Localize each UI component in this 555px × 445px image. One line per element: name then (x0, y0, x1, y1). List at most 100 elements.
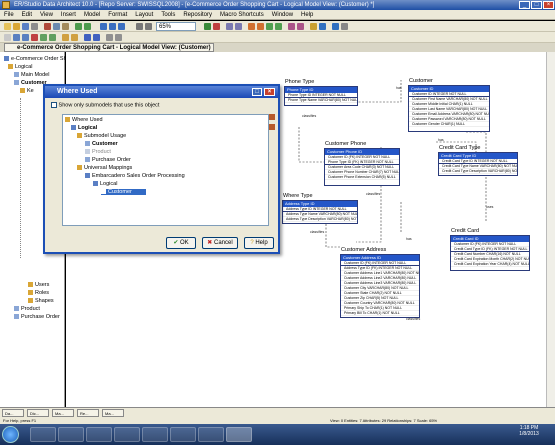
filter-icon[interactable] (49, 34, 56, 41)
compare-icon[interactable] (319, 23, 326, 30)
cut-icon[interactable] (44, 23, 51, 30)
taskbar-media-icon[interactable] (86, 427, 112, 442)
report-icon[interactable] (341, 23, 348, 30)
taskbar-document-icon[interactable] (198, 427, 224, 442)
snap-icon[interactable] (115, 34, 122, 41)
taskbar-ie-icon[interactable] (30, 427, 56, 442)
menu-file[interactable]: File (0, 10, 18, 20)
menu-macro-shortcuts[interactable]: Macro Shortcuts (216, 10, 268, 20)
dialog-maximize-button[interactable]: □ (252, 88, 262, 96)
copy-icon[interactable] (53, 23, 60, 30)
tree-item-users[interactable]: Users (28, 282, 49, 288)
tab-data-model[interactable]: Da... (2, 409, 24, 417)
menu-insert[interactable]: Insert (57, 10, 80, 20)
checkin-icon[interactable] (109, 23, 116, 30)
ok-button[interactable]: ✔ OK (166, 237, 196, 249)
where-used-tree[interactable]: Where Used Logical Submodel Usage Custom… (62, 114, 269, 226)
entity-customer-phone[interactable]: Customer Phone Customer Phone ID Custome… (324, 141, 400, 186)
edit-icon[interactable] (269, 114, 275, 120)
edit-icon[interactable] (269, 124, 275, 130)
menu-format[interactable]: Format (104, 10, 131, 20)
taskbar-office-icon[interactable] (142, 427, 168, 442)
hand-icon[interactable] (13, 34, 20, 41)
distribute-icon[interactable] (235, 23, 242, 30)
open-icon[interactable] (13, 23, 20, 30)
menu-edit[interactable]: Edit (18, 10, 36, 20)
minimize-button[interactable]: _ (519, 1, 530, 9)
tree-item-logical[interactable]: Logical (8, 64, 32, 70)
new-icon[interactable] (4, 23, 11, 30)
taskbar-tools-icon[interactable] (114, 427, 140, 442)
delete-icon[interactable] (31, 34, 38, 41)
taskbar-erstudio-icon[interactable] (226, 427, 252, 442)
grid-icon[interactable] (106, 34, 113, 41)
tab-data-lineage[interactable]: Ma... (102, 409, 124, 417)
menu-layout[interactable]: Layout (131, 10, 157, 20)
entity-credit-card-type[interactable]: Credit Card Type Credit Card Type ID Cre… (438, 145, 518, 176)
entity-where-type[interactable]: Where Type Address Type ID Address Type … (282, 193, 358, 224)
find-icon[interactable] (40, 34, 47, 41)
select-icon[interactable] (22, 34, 29, 41)
close-button[interactable]: × (543, 1, 554, 9)
paste-icon[interactable] (62, 23, 69, 30)
system-clock[interactable]: 1:18 PM 1/8/2013 (505, 425, 553, 443)
tab-logical-model-view[interactable]: e-Commerce Order Shopping Cart - Logical… (4, 43, 214, 59)
start-button[interactable] (2, 426, 19, 443)
dlg-tree-customer[interactable]: Customer (85, 141, 118, 147)
align-icon[interactable] (226, 23, 233, 30)
note-icon[interactable] (288, 23, 295, 30)
dialog-close-button[interactable]: × (264, 88, 275, 96)
submodel-icon[interactable] (310, 23, 317, 30)
tab-data-dictionary[interactable]: Dic... (27, 409, 49, 417)
entity-customer[interactable]: Customer Customer ID Customer ID INTEGER… (408, 78, 490, 132)
entity-tool-icon[interactable] (248, 23, 255, 30)
redo-icon[interactable] (84, 23, 91, 30)
relationship-icon[interactable] (266, 23, 273, 30)
zoom-in-icon[interactable] (136, 23, 143, 30)
layout-icon[interactable] (204, 23, 211, 30)
pointer-icon[interactable] (4, 34, 11, 41)
save-icon[interactable] (22, 23, 29, 30)
stop-icon[interactable] (213, 23, 220, 30)
tree-item-shapes[interactable]: Shapes (28, 298, 54, 304)
dlg-tree-embarcadero[interactable]: Embarcadero Sales Order Processing (85, 173, 185, 179)
dlg-tree-product[interactable]: Product (85, 149, 111, 155)
dlg-tree-logical-2[interactable]: Logical (93, 181, 117, 187)
font-icon[interactable] (84, 34, 91, 41)
zoom-select[interactable]: 65% (156, 22, 196, 31)
only-submodels-checkbox-row[interactable]: Show only submodels that use this object (51, 102, 159, 108)
entity-customer-address[interactable]: Customer Address Customer Address ID Cus… (340, 247, 420, 318)
generate-db-icon[interactable] (332, 23, 339, 30)
menu-view[interactable]: View (36, 10, 57, 20)
checkout-icon[interactable] (118, 23, 125, 30)
tab-repository[interactable]: Re... (77, 409, 99, 417)
vertical-scrollbar[interactable] (546, 52, 555, 407)
dlg-tree-purchase-order[interactable]: Purchase Order (85, 157, 131, 163)
tree-item-customer[interactable]: Customer (14, 80, 47, 86)
maximize-button[interactable]: □ (531, 1, 542, 9)
cancel-button[interactable]: ✖ Cancel (202, 237, 238, 249)
dlg-tree-submodel-usage[interactable]: Submodel Usage (77, 133, 126, 139)
color-icon[interactable] (93, 34, 100, 41)
dlg-tree-customer-selected[interactable]: Customer (101, 189, 146, 195)
entity-credit-card[interactable]: Credit Card Credit Card ID Customer ID (… (450, 228, 530, 271)
menu-window[interactable]: Window (268, 10, 297, 20)
taskbar-explorer-icon[interactable] (58, 427, 84, 442)
dlg-tree-logical[interactable]: Logical (71, 125, 97, 131)
tree-item-product[interactable]: Product (14, 306, 40, 312)
identifying-relationship-icon[interactable] (275, 23, 282, 30)
dlg-tree-universal-mappings[interactable]: Universal Mappings (77, 165, 132, 171)
repository-icon[interactable] (100, 23, 107, 30)
entity-phone-type[interactable]: Phone Type Phone Type ID Phone Type ID I… (284, 79, 358, 106)
only-submodels-checkbox[interactable] (51, 102, 57, 108)
zoom-out-icon[interactable] (145, 23, 152, 30)
taskbar-firefox-icon[interactable] (170, 427, 196, 442)
attribute-icon[interactable] (62, 34, 69, 41)
undo-icon[interactable] (75, 23, 82, 30)
tree-item-roles[interactable]: Roles (28, 290, 49, 296)
menu-model[interactable]: Model (80, 10, 104, 20)
print-icon[interactable] (31, 23, 38, 30)
help-button[interactable]: ? Help (244, 237, 274, 249)
tree-item-purchase-order[interactable]: Purchase Order (14, 314, 60, 320)
dlg-tree-where-used[interactable]: Where Used (65, 117, 103, 123)
